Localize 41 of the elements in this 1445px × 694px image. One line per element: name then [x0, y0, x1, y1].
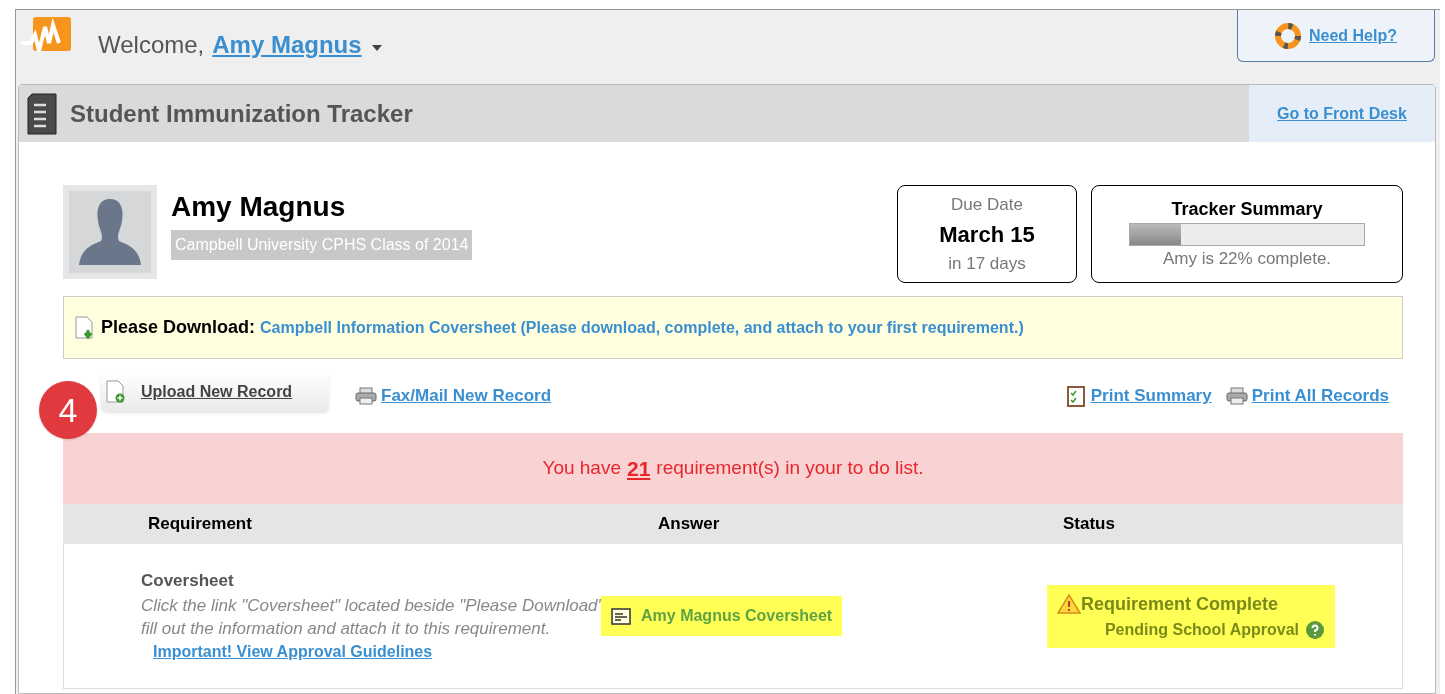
step-badge: 4 — [39, 381, 97, 439]
guidelines-link[interactable]: Important! View Approval Guidelines — [153, 639, 433, 664]
checklist-icon — [26, 92, 58, 135]
fax-mail-link[interactable]: Fax/Mail New Record — [355, 383, 552, 409]
download-label: Please Download: — [101, 316, 256, 339]
help-button[interactable]: Need Help? — [1237, 10, 1435, 62]
upload-record-button[interactable]: Upload New Record — [101, 372, 329, 412]
user-link[interactable]: Amy Magnus — [212, 27, 362, 63]
print-all-link[interactable]: Print All Records — [1225, 383, 1389, 409]
status-text: Requirement Complete — [1081, 592, 1279, 616]
due-date: March 15 — [939, 220, 1035, 249]
answer-link[interactable]: Amy Magnus Coversheet — [601, 596, 843, 636]
column-header: Status — [1062, 513, 1116, 536]
substatus-text: Pending School Approval — [1104, 619, 1299, 640]
help-icon[interactable] — [1305, 619, 1325, 640]
due-date-label: Due Date — [951, 194, 1023, 216]
todo-count-link[interactable]: 21 — [627, 452, 651, 485]
lifebuoy-icon — [1275, 22, 1301, 49]
document-icon — [611, 607, 631, 625]
printer-icon — [355, 387, 377, 405]
welcome-text: Welcome, — [98, 30, 205, 60]
todo-text: requirement(s) in your to do list. — [656, 456, 924, 481]
clipboard-icon — [1066, 385, 1085, 407]
summary-title: Tracker Summary — [1171, 198, 1323, 222]
printer-icon — [1225, 387, 1248, 405]
download-document-icon — [74, 315, 96, 340]
warning-icon — [1057, 594, 1081, 614]
print-summary-link[interactable]: Print Summary — [1066, 383, 1212, 409]
front-desk-link[interactable]: Go to Front Desk — [1249, 85, 1435, 142]
column-header: Requirement — [147, 513, 253, 536]
add-document-icon — [105, 380, 127, 404]
panel-title: Student Immunization Tracker — [70, 98, 413, 129]
person-icon — [69, 191, 151, 273]
student-name: Amy Magnus — [171, 190, 346, 224]
caret-icon[interactable] — [371, 45, 382, 51]
coversheet-link[interactable]: Campbell Information Coversheet (Please download, complete, and attach to your first requirement.) — [260, 315, 1024, 340]
progress-text: Amy is 22% complete. — [1162, 248, 1332, 271]
requirement-title: Coversheet — [141, 570, 234, 593]
todo-text: You have — [542, 456, 621, 481]
days-remaining: in 17 days — [948, 252, 1026, 275]
column-header: Answer — [657, 513, 721, 536]
